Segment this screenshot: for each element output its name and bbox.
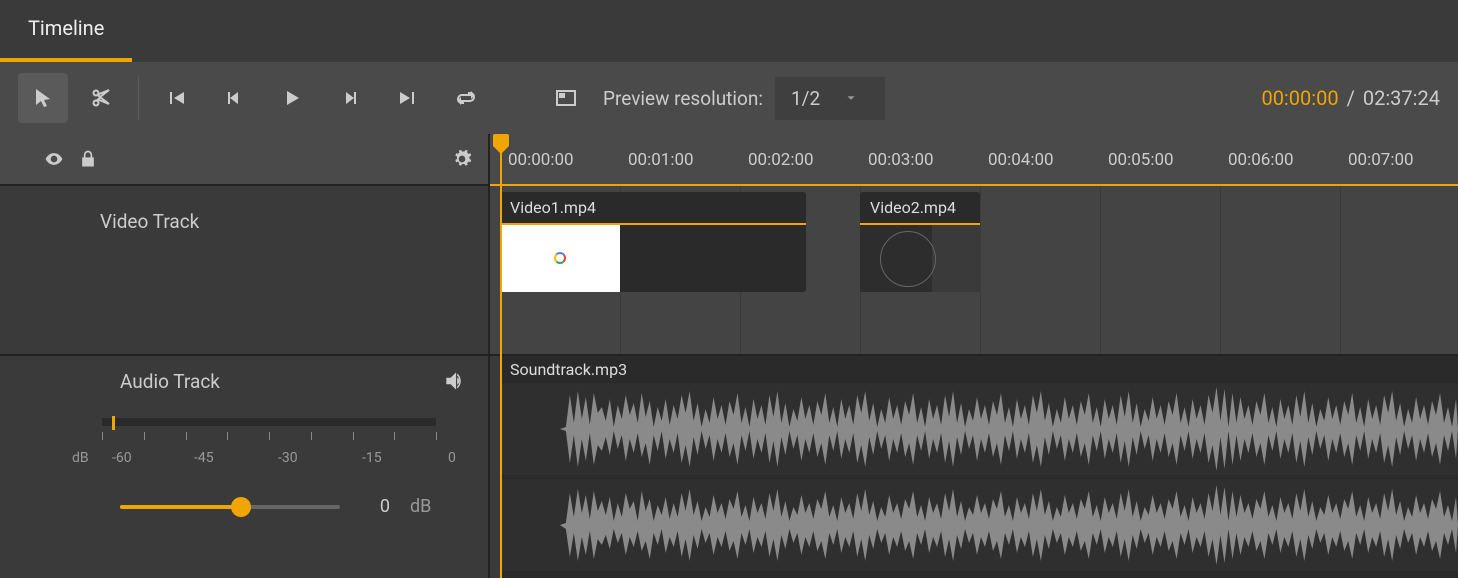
- video-track-lane[interactable]: Video1.mp4 Video2.mp4: [490, 186, 1458, 356]
- visibility-icon[interactable]: [44, 149, 64, 169]
- frame-back-button[interactable]: [209, 73, 259, 123]
- volume-slider[interactable]: [120, 505, 340, 509]
- video-clip-2-title: Video2.mp4: [860, 192, 980, 225]
- db-label: -45: [194, 450, 214, 466]
- time-display: 00:00:00 / 02:37:24: [1261, 86, 1440, 110]
- volume-slider-fill: [120, 505, 241, 509]
- gear-icon[interactable]: [452, 149, 472, 169]
- preview-resolution-dropdown[interactable]: 1/2: [775, 77, 885, 120]
- ruler-tick: 00:00:00: [508, 150, 574, 170]
- scissors-icon: [89, 86, 113, 110]
- skip-forward-button[interactable]: [383, 73, 433, 123]
- audio-track-lane[interactable]: Soundtrack.mp3: [490, 356, 1458, 578]
- time-total: 02:37:24: [1363, 86, 1440, 110]
- video-track-label: Video Track: [20, 202, 468, 233]
- preview-size-button[interactable]: [541, 73, 591, 123]
- audio-clip-1[interactable]: Soundtrack.mp3: [500, 356, 1458, 578]
- ruler-tick: 00:05:00: [1108, 150, 1174, 170]
- frame-forward-button[interactable]: [325, 73, 375, 123]
- ruler-tick: 00:01:00: [628, 150, 694, 170]
- aspect-icon: [554, 86, 578, 110]
- toolbar-divider: [138, 76, 139, 120]
- loop-button[interactable]: [441, 73, 491, 123]
- loop-icon: [454, 86, 478, 110]
- skip-forward-icon: [396, 86, 420, 110]
- frame-forward-icon: [338, 86, 362, 110]
- volume-unit: dB: [410, 496, 431, 517]
- toolbar: Preview resolution: 1/2 00:00:00 / 02:37…: [0, 62, 1458, 134]
- db-unit-label: dB: [72, 450, 89, 466]
- db-label: 0: [448, 450, 456, 466]
- skip-back-button[interactable]: [151, 73, 201, 123]
- video-clip-2-thumb: [860, 225, 980, 292]
- waveform-left: [500, 383, 1458, 475]
- playhead-handle[interactable]: [493, 134, 509, 146]
- ruler-tick: 00:02:00: [748, 150, 814, 170]
- cursor-icon: [31, 86, 55, 110]
- volume-value: 0: [360, 496, 390, 517]
- ruler-tick: 00:04:00: [988, 150, 1054, 170]
- waveform-right: [500, 479, 1458, 571]
- audio-clip-1-title: Soundtrack.mp3: [500, 356, 1458, 383]
- volume-slider-knob[interactable]: [231, 497, 251, 517]
- playhead[interactable]: [500, 134, 502, 578]
- speaker-icon[interactable]: [442, 368, 468, 394]
- ruler-tick: 00:06:00: [1228, 150, 1294, 170]
- time-ruler[interactable]: 00:00:00 00:01:00 00:02:00 00:03:00 00:0…: [490, 134, 1458, 186]
- skip-back-icon: [164, 86, 188, 110]
- ruler-tick: 00:03:00: [868, 150, 934, 170]
- video-clip-1[interactable]: Video1.mp4: [500, 192, 806, 292]
- play-button[interactable]: [267, 73, 317, 123]
- tab-timeline[interactable]: Timeline: [0, 0, 132, 62]
- playhead-horizontal-line: [490, 184, 1458, 186]
- ruler-tick: 00:07:00: [1348, 150, 1414, 170]
- db-label: -60: [112, 450, 132, 466]
- track-header-controls: [0, 134, 488, 186]
- time-current: 00:00:00: [1261, 86, 1338, 110]
- track-headers-panel: Video Track Audio Track: [0, 134, 490, 578]
- play-icon: [280, 86, 304, 110]
- video-clip-1-thumb: [500, 225, 620, 292]
- preview-resolution-value: 1/2: [791, 87, 820, 110]
- video-clip-1-title: Video1.mp4: [500, 192, 806, 225]
- chevron-down-icon: [844, 91, 858, 105]
- video-track-header[interactable]: Video Track: [0, 186, 488, 356]
- audio-track-header[interactable]: Audio Track: [0, 356, 488, 578]
- db-meter-marker: [112, 416, 115, 430]
- selection-tool-button[interactable]: [18, 73, 68, 123]
- frame-back-icon: [222, 86, 246, 110]
- cut-tool-button[interactable]: [76, 73, 126, 123]
- timeline-body[interactable]: 00:00:00 00:01:00 00:02:00 00:03:00 00:0…: [490, 134, 1458, 578]
- audio-track-label: Audio Track: [120, 370, 442, 393]
- tab-bar: Timeline: [0, 0, 1458, 62]
- lock-icon[interactable]: [78, 149, 98, 169]
- preview-resolution-label: Preview resolution:: [603, 87, 763, 110]
- db-label: -15: [362, 450, 382, 466]
- db-meter: dB -60 -45 -30 -15 0: [20, 418, 468, 470]
- db-label: -30: [278, 450, 298, 466]
- video-clip-2[interactable]: Video2.mp4: [860, 192, 980, 292]
